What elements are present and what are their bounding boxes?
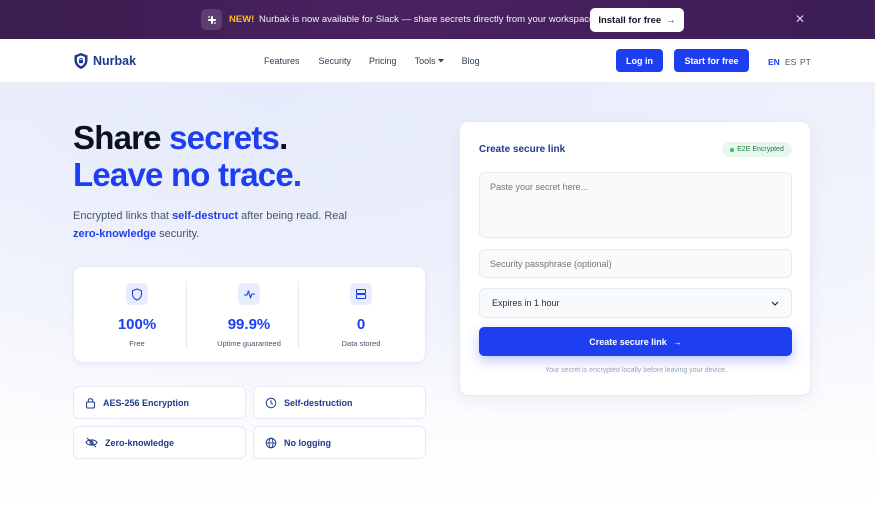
nav-link-security[interactable]: Security [319, 56, 352, 66]
expires-select[interactable]: Expires in 1 hour [479, 288, 792, 318]
nav-links: Features Security Pricing Tools Blog [264, 56, 498, 66]
stat-value: 100% [117, 316, 157, 333]
logo[interactable]: Nurbak [73, 52, 136, 70]
e2e-encrypted-badge: E2E Encrypted [722, 142, 792, 157]
stat-value: 0 [356, 316, 366, 333]
secret-input[interactable] [479, 172, 792, 238]
headline-leave-no-trace: Leave no trace. [73, 156, 302, 193]
stat-value: 99.9% [227, 316, 271, 333]
card-title: Create secure link [479, 144, 566, 155]
nav-link-tools-label: Tools [414, 56, 436, 66]
stat-free: 100% Free [81, 267, 193, 364]
lang-en[interactable]: EN [768, 57, 780, 67]
nav-link-features[interactable]: Features [264, 56, 300, 66]
nav-link-blog[interactable]: Blog [462, 56, 480, 66]
expires-value: Expires in 1 hour [492, 298, 560, 308]
install-label: Install for free [598, 14, 662, 26]
close-icon[interactable]: ✕ [795, 12, 805, 26]
activity-icon [238, 283, 260, 305]
announcement-text: Nurbak is now available for Slack — shar… [259, 14, 595, 25]
eye-off-icon [85, 437, 98, 448]
arrow-right-icon: → [666, 14, 676, 26]
nav-link-tools[interactable]: Tools [415, 56, 444, 66]
arrow-right-icon: → [672, 336, 682, 347]
sub-part3: security. [156, 228, 200, 240]
top-nav: Nurbak Features Security Pricing Tools B… [0, 39, 875, 83]
stat-data-stored: 0 Data stored [305, 267, 417, 364]
headline-secrets: secrets [169, 119, 280, 156]
shield-logo-icon [74, 53, 88, 69]
globe-icon [265, 437, 277, 448]
hero-headline: Share secrets. Leave no trace. [73, 119, 302, 193]
stats-card: 100% Free 99.9% Uptime guaranteed 0 Data… [73, 266, 426, 363]
log-in-button[interactable]: Log in [616, 49, 663, 72]
stat-label: Uptime guaranteed [217, 339, 281, 348]
clock-icon [265, 397, 277, 408]
badge-label: E2E Encrypted [737, 146, 784, 153]
lock-icon [86, 397, 95, 408]
nav-link-pricing[interactable]: Pricing [369, 56, 397, 66]
chevron-down-icon [771, 301, 779, 306]
announcement-bar: NEW! Nurbak is now available for Slack —… [0, 0, 875, 39]
sub-highlight-self-destruct: self-destruct [172, 210, 239, 222]
stat-label: Data stored [341, 339, 381, 348]
lang-pt[interactable]: PT [800, 57, 811, 67]
headline-share: Share [73, 119, 170, 156]
feature-label: No logging [284, 437, 331, 448]
sub-part2: after being read. Real [238, 210, 347, 222]
passphrase-input[interactable] [479, 249, 792, 278]
stat-divider [298, 281, 299, 349]
feature-no-logging: No logging [253, 426, 426, 459]
create-link-card: Create secure link E2E Encrypted Expires… [459, 121, 811, 396]
status-dot-icon [730, 147, 735, 152]
feature-label: AES-256 Encryption [103, 397, 190, 408]
encryption-note: Your secret is encrypted locally before … [545, 367, 727, 374]
slack-icon [201, 9, 222, 30]
headline-dot: . [279, 119, 288, 156]
create-secure-link-button[interactable]: Create secure link → [479, 327, 792, 356]
feature-label: Self-destruction [284, 397, 353, 408]
server-icon [350, 283, 372, 305]
hero-subtitle: Encrypted links that self-destruct after… [73, 207, 393, 243]
sub-highlight-zero-knowledge: zero-knowledge [73, 228, 157, 240]
install-for-free-button[interactable]: Install for free → [590, 8, 684, 32]
stat-uptime: 99.9% Uptime guaranteed [193, 267, 305, 364]
feature-aes-256: AES-256 Encryption [73, 386, 246, 419]
start-for-free-button[interactable]: Start for free [674, 49, 749, 72]
shield-icon [126, 283, 148, 305]
stat-label: Free [129, 339, 145, 348]
new-label: NEW! [229, 14, 255, 25]
sub-part1: Encrypted links that [73, 210, 173, 222]
feature-label: Zero-knowledge [105, 437, 175, 448]
chevron-down-icon [437, 59, 444, 63]
create-label: Create secure link [589, 336, 667, 347]
lang-es[interactable]: ES [785, 57, 796, 67]
stat-divider [186, 281, 187, 349]
feature-zero-knowledge: Zero-knowledge [73, 426, 246, 459]
logo-text: Nurbak [93, 54, 137, 68]
feature-self-destruction: Self-destruction [253, 386, 426, 419]
